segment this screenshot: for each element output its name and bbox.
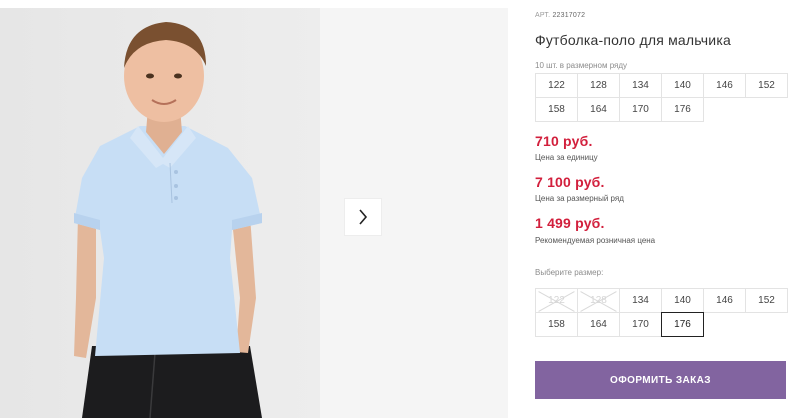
size-picker: 122 128 134 140 146 152 158 164 170 176 xyxy=(535,288,788,337)
pack-size-cell: 152 xyxy=(745,73,788,98)
pack-size-cell: 146 xyxy=(703,73,746,98)
size-option[interactable]: 176 xyxy=(661,312,704,337)
pack-price-label: Цена за размерный ряд xyxy=(535,194,624,203)
unit-price: 710 руб. xyxy=(535,133,593,149)
size-option[interactable]: 158 xyxy=(535,312,578,337)
size-option[interactable]: 164 xyxy=(577,312,620,337)
article-value: 22317072 xyxy=(552,12,586,19)
article-number: АРТ. 22317072 xyxy=(535,12,585,19)
size-option: 128 xyxy=(577,288,620,313)
order-button[interactable]: ОФОРМИТЬ ЗАКАЗ xyxy=(535,361,786,399)
size-option[interactable]: 134 xyxy=(619,288,662,313)
size-option[interactable]: 152 xyxy=(745,288,788,313)
retail-price-label: Рекомендуемая розничная цена xyxy=(535,236,656,245)
pack-size-cell: 134 xyxy=(619,73,662,98)
size-picker-label: Выберите размер: xyxy=(535,268,604,277)
size-option[interactable]: 146 xyxy=(703,288,746,313)
pack-size-cell: 122 xyxy=(535,73,578,98)
pack-size-cell: 176 xyxy=(661,97,704,122)
unit-price-label: Цена за единицу xyxy=(535,153,598,162)
pack-size-cell: 164 xyxy=(577,97,620,122)
pack-size-cell: 170 xyxy=(619,97,662,122)
next-photo-button[interactable] xyxy=(344,198,382,236)
product-title: Футболка-поло для мальчика xyxy=(535,32,731,48)
size-option[interactable]: 140 xyxy=(661,288,704,313)
chevron-right-icon xyxy=(359,209,368,225)
retail-price: 1 499 руб. xyxy=(535,215,605,231)
boy-in-polo-image xyxy=(0,8,320,418)
size-option: 122 xyxy=(535,288,578,313)
pack-size-grid: 122 128 134 140 146 152 158 164 170 176 xyxy=(535,73,788,122)
product-gallery xyxy=(0,0,508,418)
article-label: АРТ. xyxy=(535,12,551,19)
size-option[interactable]: 170 xyxy=(619,312,662,337)
product-photo[interactable] xyxy=(0,8,320,418)
pack-size-cell: 158 xyxy=(535,97,578,122)
pack-price: 7 100 руб. xyxy=(535,174,605,190)
pack-size-cell: 140 xyxy=(661,73,704,98)
pack-note: 10 шт. в размерном ряду xyxy=(535,61,628,70)
pack-size-cell: 128 xyxy=(577,73,620,98)
